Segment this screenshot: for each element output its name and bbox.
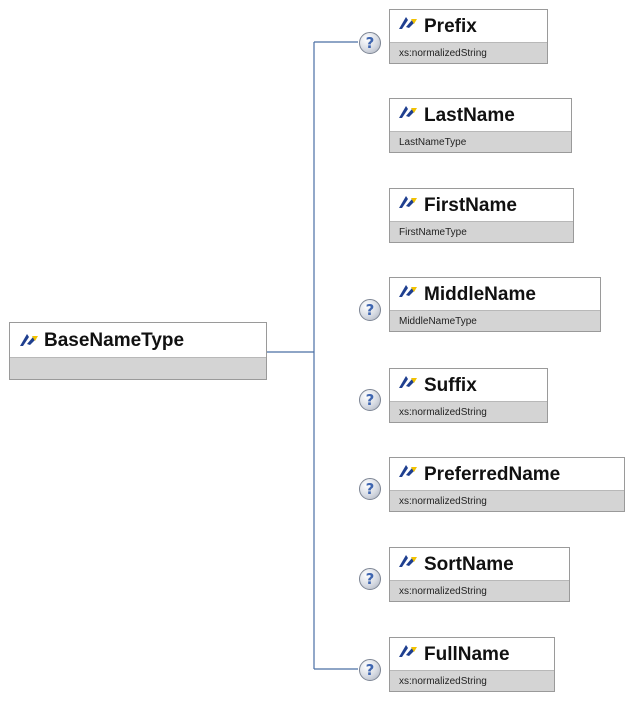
element-node-header: Suffix (390, 369, 547, 402)
element-type: FirstNameType (390, 221, 573, 242)
element-node-first-name[interactable]: FirstName FirstNameType (389, 188, 574, 243)
root-node-title: BaseNameType (44, 330, 185, 351)
optional-marker-icon: ? (359, 568, 381, 590)
complex-type-icon (397, 553, 419, 574)
element-name: FirstName (424, 195, 517, 216)
element-node-header: FirstName (390, 189, 573, 222)
root-node-header: BaseNameType (10, 323, 266, 359)
complex-type-icon (397, 194, 419, 215)
complex-type-icon (397, 15, 419, 36)
optional-marker-icon: ? (359, 659, 381, 681)
element-type: xs:normalizedString (390, 490, 624, 511)
element-name: PreferredName (424, 464, 561, 485)
element-type: xs:normalizedString (390, 42, 547, 63)
element-node-header: PreferredName (390, 458, 624, 491)
element-name: MiddleName (424, 284, 536, 305)
complex-type-icon (397, 643, 419, 664)
complex-type-icon (18, 332, 40, 353)
optional-marker-icon: ? (359, 32, 381, 54)
element-name: Suffix (424, 375, 477, 396)
element-name: FullName (424, 644, 510, 665)
element-node-preferred-name[interactable]: PreferredName xs:normalizedString (389, 457, 625, 512)
element-node-last-name[interactable]: LastName LastNameType (389, 98, 572, 153)
element-name: LastName (424, 105, 515, 126)
element-type: LastNameType (390, 131, 571, 152)
element-type: xs:normalizedString (390, 580, 569, 601)
element-node-header: SortName (390, 548, 569, 581)
optional-marker-icon: ? (359, 389, 381, 411)
element-node-prefix[interactable]: Prefix xs:normalizedString (389, 9, 548, 64)
element-node-full-name[interactable]: FullName xs:normalizedString (389, 637, 555, 692)
optional-marker-icon: ? (359, 478, 381, 500)
element-node-header: FullName (390, 638, 554, 671)
optional-marker-icon: ? (359, 299, 381, 321)
element-node-suffix[interactable]: Suffix xs:normalizedString (389, 368, 548, 423)
element-node-middle-name[interactable]: MiddleName MiddleNameType (389, 277, 601, 332)
element-node-sort-name[interactable]: SortName xs:normalizedString (389, 547, 570, 602)
complex-type-icon (397, 374, 419, 395)
element-type: xs:normalizedString (390, 670, 554, 691)
element-type: MiddleNameType (390, 310, 600, 331)
complex-type-icon (397, 283, 419, 304)
complex-type-icon (397, 463, 419, 484)
complex-type-icon (397, 104, 419, 125)
element-type: xs:normalizedString (390, 401, 547, 422)
element-node-header: Prefix (390, 10, 547, 43)
root-node-footer (10, 357, 266, 379)
element-name: Prefix (424, 16, 477, 37)
element-name: SortName (424, 554, 514, 575)
root-node[interactable]: BaseNameType (9, 322, 267, 380)
element-node-header: MiddleName (390, 278, 600, 311)
element-node-header: LastName (390, 99, 571, 132)
